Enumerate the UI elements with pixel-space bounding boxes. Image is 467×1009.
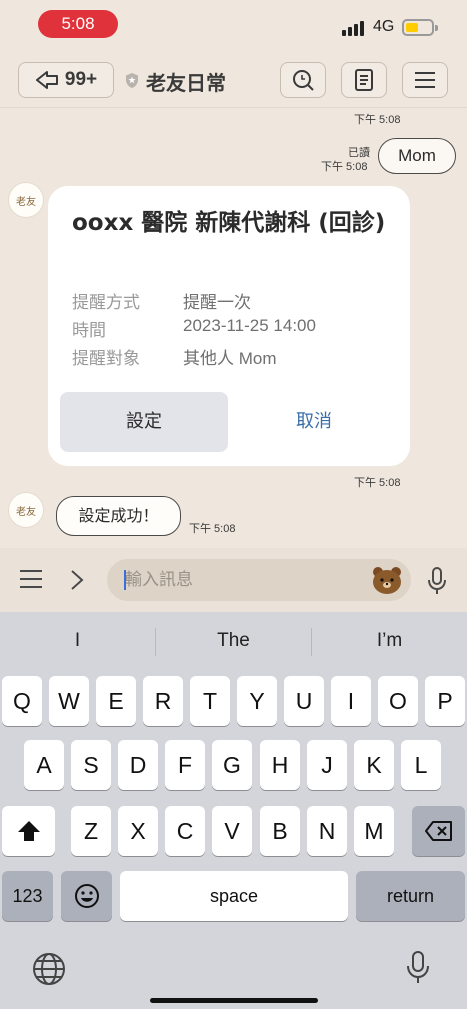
emoji-key[interactable] [61, 871, 112, 921]
key[interactable]: R [143, 676, 183, 726]
menu-button[interactable] [402, 62, 448, 98]
reminder-label: 提醒方式 [72, 293, 140, 313]
message-timestamp: 下午 5:08 [189, 523, 236, 535]
shift-icon [17, 821, 40, 841]
dictation-microphone-icon[interactable] [405, 950, 431, 984]
return-key[interactable]: return [356, 871, 465, 921]
shift-key[interactable] [2, 806, 55, 856]
key[interactable]: H [260, 740, 300, 790]
key[interactable]: Z [71, 806, 111, 856]
suggestion-item[interactable]: The [156, 612, 311, 670]
keyboard: I The I’m Q W E R T Y U I O P A S D F G … [0, 612, 467, 1009]
message-timestamp: 下午 5:08 [321, 161, 368, 173]
backspace-icon [424, 821, 452, 841]
key[interactable]: X [118, 806, 158, 856]
key[interactable]: B [260, 806, 300, 856]
search-button[interactable] [280, 62, 326, 98]
incoming-message-bubble[interactable]: 設定成功！ [56, 496, 181, 536]
menu-icon[interactable] [18, 568, 44, 590]
reminder-label: 提醒對象 [72, 349, 140, 369]
status-bar: 5:08 4G [0, 0, 467, 48]
message-input[interactable] [107, 559, 411, 601]
key[interactable]: I [331, 676, 371, 726]
key[interactable]: E [96, 676, 136, 726]
reminder-label: 時間 [72, 321, 106, 341]
space-key[interactable]: space [120, 871, 348, 921]
search-icon [293, 70, 314, 91]
key[interactable]: C [165, 806, 205, 856]
microphone-icon[interactable] [426, 567, 448, 595]
home-indicator[interactable] [150, 998, 318, 1003]
reminder-title: ooxx 醫院 新陳代謝科 (回診) [72, 210, 386, 236]
message-timestamp: 下午 5:08 [354, 477, 401, 489]
unread-count: 99+ [64, 69, 98, 90]
notes-button[interactable] [341, 62, 387, 98]
message-input-bar [0, 548, 467, 612]
sticker-bear-icon[interactable] [372, 566, 402, 594]
text-caret [124, 570, 126, 590]
key[interactable]: P [425, 676, 465, 726]
key[interactable]: J [307, 740, 347, 790]
key[interactable]: N [307, 806, 347, 856]
reminder-value: 其他人 Mom [183, 349, 277, 368]
chat-area[interactable]: 下午 5:08 已讀 下午 5:08 Mom 老友 ooxx 醫院 新陳代謝科 … [0, 108, 467, 548]
avatar[interactable]: 老友 [8, 182, 44, 218]
shield-icon [126, 73, 138, 88]
menu-icon [415, 72, 435, 88]
message-timestamp: 下午 5:08 [354, 114, 401, 126]
key[interactable]: W [49, 676, 89, 726]
numbers-key[interactable]: 123 [2, 871, 53, 921]
key[interactable]: U [284, 676, 324, 726]
key[interactable]: S [71, 740, 111, 790]
avatar[interactable]: 老友 [8, 492, 44, 528]
back-arrow-icon [35, 71, 58, 89]
key[interactable]: M [354, 806, 394, 856]
key[interactable]: V [212, 806, 252, 856]
key[interactable]: Y [237, 676, 277, 726]
reminder-card: ooxx 醫院 新陳代謝科 (回診) 提醒方式 提醒一次 時間 2023-11-… [48, 186, 410, 466]
key[interactable]: K [354, 740, 394, 790]
emoji-icon [74, 884, 99, 908]
chevron-right-icon[interactable] [68, 568, 86, 592]
globe-icon[interactable] [32, 952, 66, 986]
confirm-button[interactable]: 設定 [60, 392, 228, 452]
chat-title: 老友日常 [146, 71, 226, 95]
chat-header: 99+ 老友日常 [0, 48, 467, 108]
back-button[interactable]: 99+ [18, 62, 114, 98]
key[interactable]: T [190, 676, 230, 726]
backspace-key[interactable] [412, 806, 465, 856]
suggestion-item[interactable]: I [0, 612, 155, 670]
suggestion-item[interactable]: I’m [312, 612, 467, 670]
status-time: 5:08 [38, 10, 118, 38]
key[interactable]: F [165, 740, 205, 790]
note-icon [355, 69, 373, 91]
key[interactable]: A [24, 740, 64, 790]
cancel-button[interactable]: 取消 [230, 392, 398, 452]
key[interactable]: O [378, 676, 418, 726]
battery-icon [402, 19, 438, 36]
reminder-value: 2023-11-25 14:00 [183, 316, 316, 335]
key[interactable]: L [401, 740, 441, 790]
network-type: 4G [373, 18, 395, 35]
signal-icon [342, 20, 368, 36]
key[interactable]: G [212, 740, 252, 790]
key[interactable]: D [118, 740, 158, 790]
key[interactable]: Q [2, 676, 42, 726]
outgoing-message-bubble[interactable]: Mom [378, 138, 456, 174]
reminder-value: 提醒一次 [183, 293, 251, 312]
